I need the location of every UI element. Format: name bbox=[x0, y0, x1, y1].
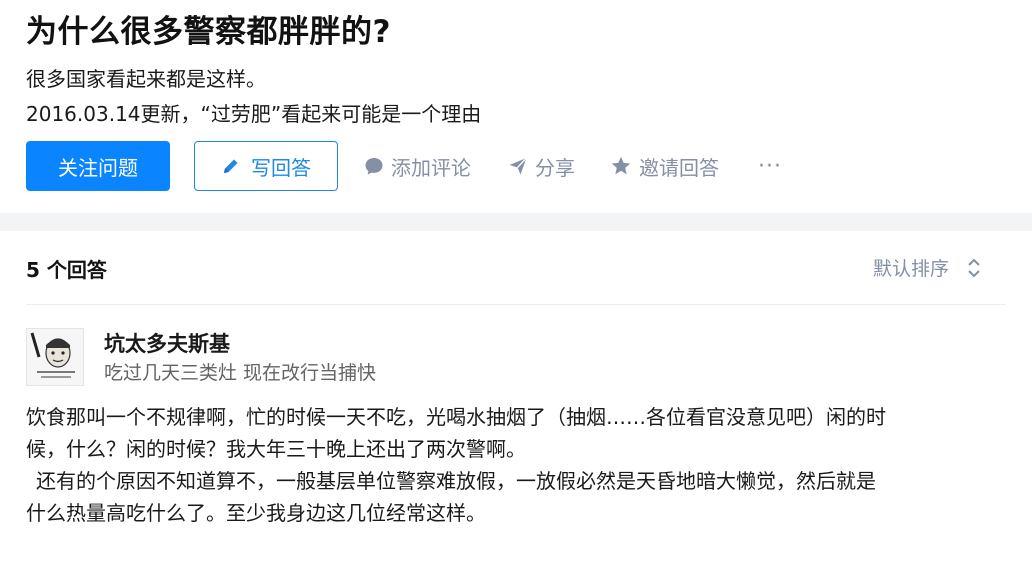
sort-arrows-icon bbox=[968, 258, 980, 277]
answer-list-divider bbox=[26, 304, 1006, 305]
share-label: 分享 bbox=[535, 155, 575, 180]
sort-selector[interactable]: 默认排序 bbox=[873, 254, 981, 281]
add-comment-button[interactable]: 添加评论 bbox=[364, 141, 471, 191]
answer-text-line: 候，什么？闲的时候？我大年三十晚上还出了两次警啊。 bbox=[26, 437, 526, 461]
question-description-line-1: 很多国家看起来都是这样。 bbox=[26, 67, 266, 91]
answer-list: 5 个回答 默认排序 坑太多夫斯基 吃过几天三类灶 现在改行当捕快 饮食那叫一个… bbox=[0, 231, 1032, 561]
answer-text-line: 什么热量高吃什么了。至少我身边这几位经常这样。 bbox=[26, 501, 486, 525]
share-button[interactable]: 分享 bbox=[508, 141, 575, 191]
add-comment-label: 添加评论 bbox=[391, 155, 471, 180]
more-options-button[interactable]: ··· bbox=[758, 141, 782, 191]
author-avatar[interactable] bbox=[26, 328, 84, 386]
answer-content: 饮食那叫一个不规律啊，忙的时候一天不吃，光喝水抽烟了（抽烟……各位看官没意见吧）… bbox=[26, 401, 1016, 529]
star-icon bbox=[611, 156, 631, 175]
question-description-line-2: 2016.03.14更新，“过劳肥”看起来可能是一个理由 bbox=[26, 102, 482, 126]
comment-bubble-icon bbox=[365, 158, 383, 175]
answer-text-line: 饮食那叫一个不规律啊，忙的时候一天不吃，光喝水抽烟了（抽烟……各位看官没意见吧）… bbox=[26, 405, 886, 429]
question-title: 为什么很多警察都胖胖的? bbox=[26, 14, 391, 50]
write-answer-button[interactable]: 写回答 bbox=[194, 141, 338, 191]
author-name[interactable]: 坑太多夫斯基 bbox=[104, 328, 230, 358]
invite-answer-button[interactable]: 邀请回答 bbox=[610, 141, 719, 191]
follow-question-button[interactable]: 关注问题 bbox=[26, 141, 170, 191]
author-bio: 吃过几天三类灶 现在改行当捕快 bbox=[104, 362, 377, 384]
write-answer-label: 写回答 bbox=[251, 155, 311, 180]
question-header: 为什么很多警察都胖胖的? 很多国家看起来都是这样。 2016.03.14更新，“… bbox=[0, 0, 1032, 213]
sort-label: 默认排序 bbox=[873, 258, 950, 280]
paper-plane-icon bbox=[509, 157, 527, 175]
pencil-icon bbox=[224, 159, 238, 173]
avatar-image bbox=[27, 329, 83, 385]
invite-answer-label: 邀请回答 bbox=[639, 155, 719, 180]
answer-count: 5 个回答 bbox=[26, 258, 107, 282]
answer-text-line: 还有的个原因不知道算不，一般基层单位警察难放假，一放假必然是天昏地暗大懒觉，然后… bbox=[36, 469, 876, 493]
